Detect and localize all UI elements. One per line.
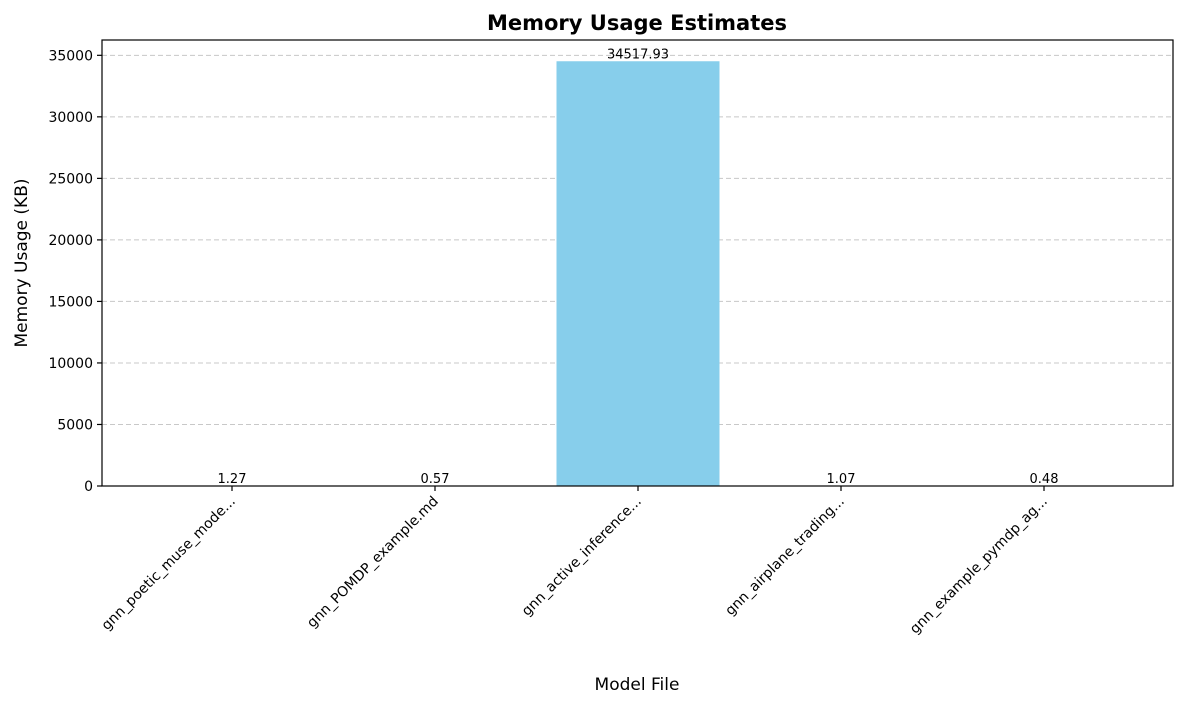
y-tick-label: 35000 bbox=[48, 48, 93, 64]
bar-value-label: 0.48 bbox=[1030, 472, 1059, 487]
y-axis-label: Memory Usage (KB) bbox=[12, 179, 32, 348]
y-axis-ticks: 0 5000 10000 15000 20000 25000 30000 35000 bbox=[48, 48, 102, 495]
bar-value-label: 0.57 bbox=[421, 472, 450, 487]
bar-value-label: 34517.93 bbox=[607, 47, 669, 62]
x-tick-label: gnn_active_inference... bbox=[519, 494, 645, 620]
x-tick-label: gnn_example_pymdp_ag... bbox=[907, 494, 1051, 638]
bar-value-label: 1.27 bbox=[218, 472, 247, 487]
y-tick-label: 10000 bbox=[48, 356, 93, 372]
x-axis-ticks: gnn_poetic_muse_mode... gnn_POMDP_example… bbox=[99, 486, 1051, 637]
x-axis-label: Model File bbox=[595, 675, 680, 695]
x-tick-label: gnn_airplane_trading... bbox=[722, 494, 847, 619]
bar-chart: Memory Usage Estimates 1.27 0.57 34517.93 1… bbox=[12, 11, 1174, 695]
bars bbox=[150, 61, 1126, 487]
y-tick-label: 25000 bbox=[48, 171, 93, 187]
bar-value-label: 1.07 bbox=[827, 472, 856, 487]
y-tick-label: 30000 bbox=[48, 110, 93, 126]
x-tick-label: gnn_POMDP_example.md bbox=[304, 494, 442, 632]
bar bbox=[556, 61, 720, 487]
y-tick-label: 15000 bbox=[48, 294, 93, 310]
x-tick-label: gnn_poetic_muse_mode... bbox=[99, 494, 239, 634]
y-tick-label: 0 bbox=[84, 479, 93, 495]
chart-title: Memory Usage Estimates bbox=[487, 11, 787, 35]
y-tick-label: 5000 bbox=[57, 417, 93, 433]
y-tick-label: 20000 bbox=[48, 233, 93, 249]
